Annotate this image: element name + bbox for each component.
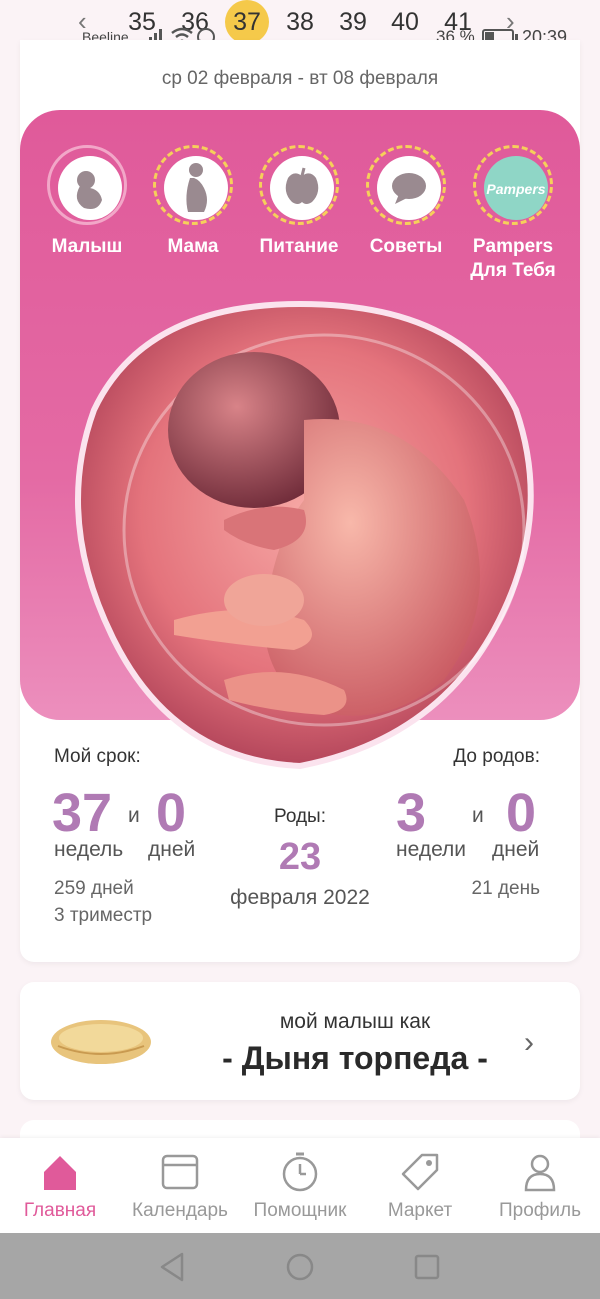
topic-label-mother: Мама	[167, 236, 219, 257]
pampers-logo-icon: Pampers	[484, 156, 548, 220]
baby-size-name: - Дыня торпеда -	[222, 1040, 488, 1076]
tab-market-label: Маркет	[387, 1200, 453, 1221]
topic-nutrition-button[interactable]	[259, 145, 339, 225]
my-term-label: Мой срок:	[54, 746, 141, 767]
term-and-text: и	[128, 804, 140, 827]
calendar-icon	[120, 1150, 240, 1194]
until-days-unit: дней	[492, 838, 540, 861]
home-icon	[0, 1150, 120, 1194]
tag-icon	[360, 1150, 480, 1194]
apple-icon	[270, 156, 334, 220]
birth-label: Роды:	[273, 806, 326, 827]
topic-label-pampers: Pampers Для Тебя	[470, 236, 556, 281]
tab-home-label: Главная	[23, 1200, 97, 1221]
until-weeks-unit: недели	[396, 838, 467, 861]
term-days-unit: дней	[148, 838, 196, 861]
until-and-text: и	[472, 804, 484, 827]
tab-calendar[interactable]: Календарь	[120, 1150, 240, 1222]
topic-tips-button[interactable]	[366, 145, 446, 225]
topic-pampers-button[interactable]: Pampers	[473, 145, 553, 225]
mother-icon	[164, 156, 228, 220]
topic-mother-button[interactable]	[153, 145, 233, 225]
week-39[interactable]: 39	[331, 6, 375, 38]
profile-icon	[480, 1150, 600, 1194]
topic-label-tips: Советы	[369, 236, 443, 257]
term-weeks-value: 37	[52, 783, 113, 843]
baby-icon	[58, 156, 122, 220]
until-days-total: 21 день	[471, 878, 540, 899]
melon-image	[48, 1016, 154, 1073]
trimester-label: 3 триместр	[54, 905, 153, 926]
stopwatch-icon	[240, 1150, 360, 1194]
tab-market[interactable]: Маркет	[360, 1150, 480, 1222]
topic-baby-button[interactable]	[47, 145, 127, 225]
home-nav-icon[interactable]	[285, 1252, 315, 1282]
term-days-value: 0	[156, 783, 187, 843]
week-38[interactable]: 38	[278, 6, 322, 38]
tab-calendar-label: Календарь	[132, 1200, 228, 1221]
baby-size-prefix: мой малыш как	[279, 1010, 431, 1033]
topic-label-nutrition: Питание	[259, 236, 339, 257]
pampers-logo-text: Pampers	[486, 181, 545, 197]
term-days-total: 259 дней	[54, 878, 134, 899]
week-date-range: ср 02 февраля - вт 08 февраля	[161, 68, 439, 89]
tab-assistant-label: Помощник	[253, 1200, 347, 1221]
speech-bubble-icon	[377, 156, 441, 220]
week-40[interactable]: 40	[383, 6, 427, 38]
back-icon[interactable]	[158, 1252, 186, 1282]
fetus-illustration[interactable]	[64, 300, 536, 770]
tab-profile[interactable]: Профиль	[480, 1150, 600, 1222]
until-days-value: 0	[506, 783, 537, 843]
tab-profile-label: Профиль	[498, 1200, 582, 1221]
chevron-right-icon[interactable]: ›	[524, 1026, 534, 1060]
topic-label-baby: Малыш	[51, 236, 123, 257]
tab-assistant[interactable]: Помощник	[240, 1150, 360, 1222]
until-weeks-value: 3	[396, 783, 427, 843]
term-weeks-unit: недель	[54, 838, 124, 861]
birth-month-year: февраля 2022	[230, 886, 370, 909]
birth-day: 23	[278, 836, 322, 878]
week-37-selected[interactable]: 37	[225, 0, 269, 44]
tab-home[interactable]: Главная	[0, 1150, 120, 1222]
recents-icon[interactable]	[413, 1252, 441, 1282]
until-birth-label: До родов:	[453, 746, 540, 767]
